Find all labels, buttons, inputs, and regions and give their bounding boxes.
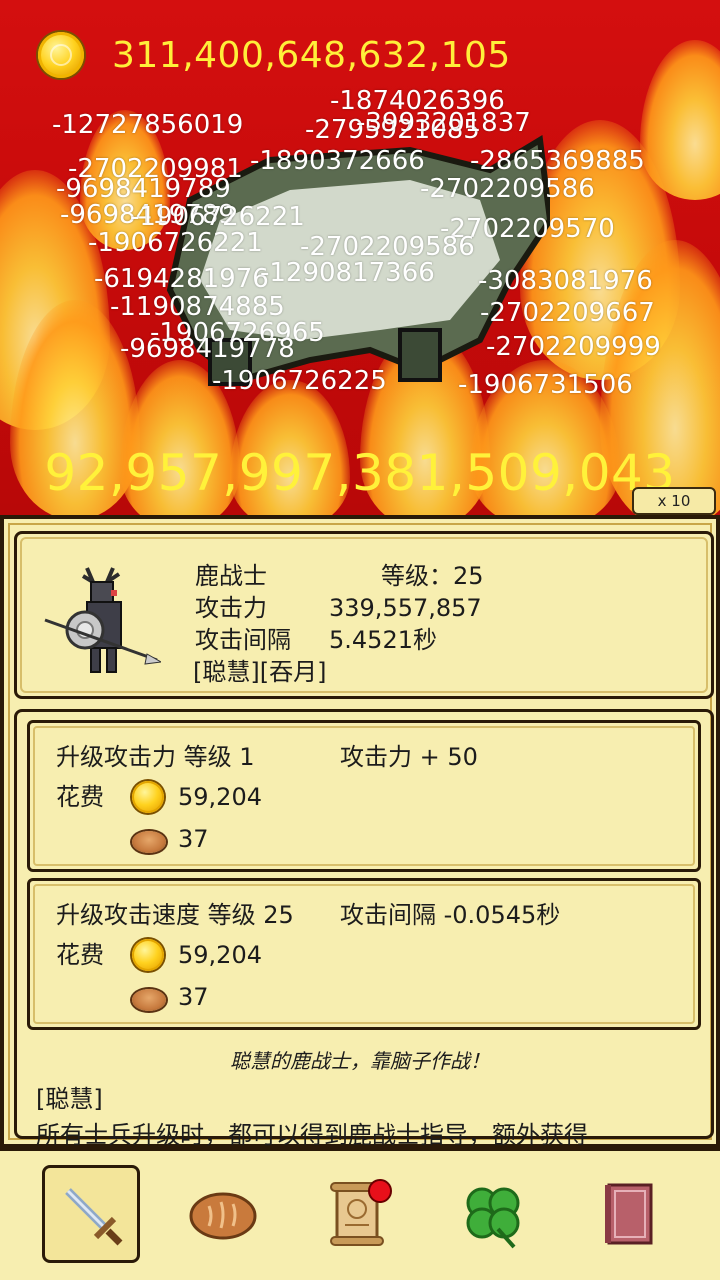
- attack-label: 攻击力: [195, 594, 267, 622]
- unit-level: 等级：25: [381, 562, 484, 590]
- damage-number: -2702209586: [300, 232, 475, 262]
- boss-total-damage: 92,957,997,381,509,043: [44, 444, 676, 502]
- gold-cost: 59,204: [178, 783, 262, 811]
- damage-number: -2865369885: [470, 146, 645, 176]
- gold-coin-icon: [38, 32, 84, 78]
- damage-number: -1906726221: [88, 228, 263, 258]
- nav-soldiers-tab[interactable]: [42, 1165, 140, 1263]
- damage-number: -1906731506: [458, 370, 633, 400]
- cost-label: 花费: [56, 941, 104, 969]
- damage-number: -2702209586: [420, 174, 595, 204]
- damage-number: -1190874885: [110, 292, 285, 322]
- battle-area[interactable]: 311,400,648,632,105 -1874026396 -1272785…: [0, 0, 720, 515]
- gold-amount: 311,400,648,632,105: [112, 34, 511, 76]
- upgrade-effect: 攻击力 + 50: [340, 743, 478, 771]
- damage-number: -9698419789: [56, 174, 231, 204]
- bread-icon: [189, 1192, 257, 1240]
- damage-number: -9698419778: [120, 334, 295, 364]
- book-icon: [605, 1183, 653, 1245]
- damage-number: -6194281976: [94, 264, 269, 294]
- interval-label: 攻击间隔: [195, 626, 291, 654]
- unit-info-card: 鹿战士 等级：25 攻击力 339,557,857 攻击间隔 5.4521秒 […: [14, 531, 714, 699]
- upgrade-attack-button[interactable]: 升级攻击力 等级 1 攻击力 + 50 花费 59,204 37: [27, 720, 701, 872]
- upgrade-list: 升级攻击力 等级 1 攻击力 + 50 花费 59,204 37 升级攻击速度 …: [14, 709, 714, 1139]
- gold-coin-icon: [132, 939, 164, 971]
- multiplier-toggle-button[interactable]: x 10: [632, 487, 716, 515]
- trait-title: [聪慧]: [36, 1085, 103, 1113]
- deer-warrior-portrait: [44, 567, 161, 673]
- damage-number: -3993201837: [356, 108, 531, 138]
- nav-luck-tab[interactable]: [444, 1165, 542, 1263]
- damage-number: -2702209999: [486, 332, 661, 362]
- damage-number: -2702209667: [480, 298, 655, 328]
- damage-number: -1290817366: [260, 258, 435, 288]
- upgrade-title: 升级攻击力 等级 1: [56, 743, 255, 771]
- unit-traits: [聪慧][吞月]: [193, 658, 327, 686]
- damage-number: -3083081976: [478, 266, 653, 296]
- flame-decoration: [640, 40, 720, 200]
- damage-number: -1906726221: [130, 202, 305, 232]
- sword-icon: [65, 1188, 123, 1246]
- bread-cost: 37: [178, 825, 209, 853]
- upgrade-title: 升级攻击速度 等级 25: [56, 901, 294, 929]
- notification-badge: [368, 1179, 392, 1203]
- upgrade-effect: 攻击间隔 -0.0545秒: [340, 901, 561, 929]
- damage-number: -1890372666: [250, 146, 425, 176]
- upgrade-speed-button[interactable]: 升级攻击速度 等级 25 攻击间隔 -0.0545秒 花费 59,204 37: [27, 878, 701, 1030]
- trait-description: 所有士兵升级时，都可以得到鹿战士指导，额外获得: [36, 1121, 588, 1149]
- unit-name: 鹿战士: [195, 562, 267, 590]
- gold-cost: 59,204: [178, 941, 262, 969]
- unit-detail-panel: 鹿战士 等级：25 攻击力 339,557,857 攻击间隔 5.4521秒 […: [0, 515, 720, 1148]
- bread-icon: [132, 989, 166, 1011]
- interval-value: 5.4521秒: [329, 626, 437, 654]
- bottom-nav: [0, 1148, 720, 1280]
- attack-value: 339,557,857: [329, 594, 482, 622]
- cost-label: 花费: [56, 783, 104, 811]
- gold-counter: 311,400,648,632,105: [38, 32, 511, 78]
- clover-icon: [466, 1187, 520, 1249]
- gold-coin-icon: [132, 781, 164, 813]
- damage-number: -1906726225: [212, 366, 387, 396]
- nav-book-tab[interactable]: [580, 1165, 678, 1263]
- bread-cost: 37: [178, 983, 209, 1011]
- unit-flavor-text: 聪慧的鹿战士，靠脑子作战！: [230, 1049, 490, 1073]
- nav-quests-tab[interactable]: [308, 1165, 406, 1263]
- damage-number: -12727856019: [52, 110, 244, 140]
- bread-icon: [132, 831, 166, 853]
- nav-food-tab[interactable]: [174, 1165, 272, 1263]
